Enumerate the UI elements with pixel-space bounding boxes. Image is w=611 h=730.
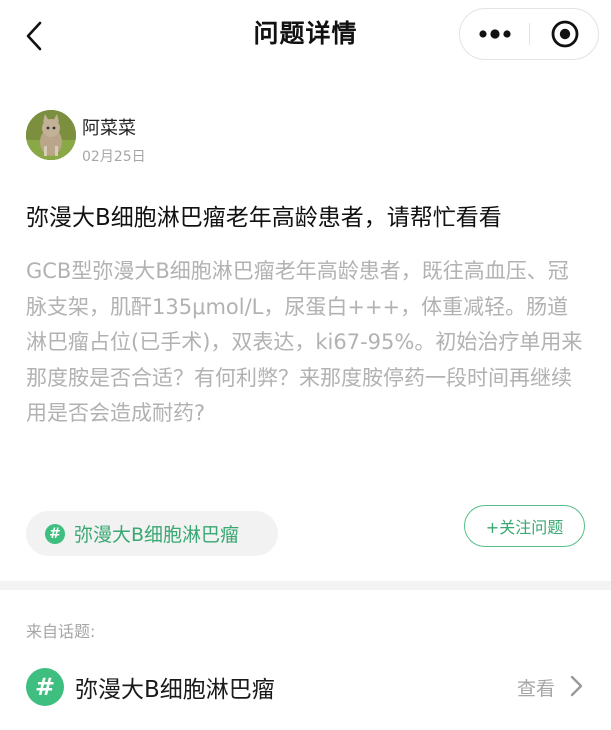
author-name[interactable]: 阿菜菜 — [82, 114, 136, 140]
more-dots-icon — [478, 29, 511, 39]
follow-question-button[interactable]: +关注问题 — [464, 505, 585, 547]
topic-tag-label: 弥漫大B细胞淋巴瘤 — [74, 524, 240, 546]
chevron-right-icon — [570, 675, 583, 697]
section-divider — [0, 581, 611, 590]
source-topic-name: 弥漫大B细胞淋巴瘤 — [75, 677, 275, 703]
from-topic-label: 来自话题: — [26, 622, 96, 641]
hashtag-icon: # — [26, 668, 64, 706]
cat-avatar-image — [26, 110, 76, 160]
top-nav-bar: 问题详情 — [0, 0, 611, 70]
more-button[interactable] — [460, 9, 529, 59]
topic-tag-chip[interactable]: # 弥漫大B细胞淋巴瘤 — [26, 511, 278, 556]
avatar[interactable] — [26, 110, 76, 160]
hashtag-icon: # — [45, 523, 65, 544]
target-circle-icon — [551, 20, 578, 48]
question-title: 弥漫大B细胞淋巴瘤老年高龄患者，请帮忙看看 — [26, 205, 502, 231]
source-topic-row[interactable]: # 弥漫大B细胞淋巴瘤 查看 — [0, 658, 611, 714]
close-program-button[interactable] — [530, 9, 599, 59]
mini-program-capsule — [459, 8, 599, 60]
view-topic-link[interactable]: 查看 — [517, 674, 555, 701]
question-body: GCB型弥漫大B细胞淋巴瘤老年高龄患者，既往高血压、冠脉支架，肌酐135μmol… — [26, 259, 583, 425]
post-date: 02月25日 — [82, 149, 146, 165]
